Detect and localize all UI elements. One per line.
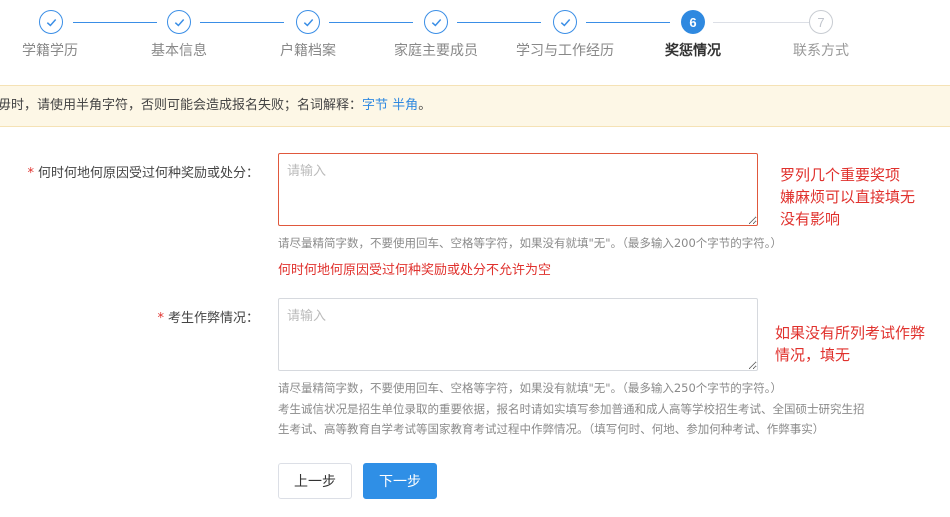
notice-end: 。 bbox=[418, 98, 432, 113]
cheating-annotation: 如果没有所列考试作弊 情况，填无 bbox=[775, 322, 925, 366]
step-4-check-icon bbox=[424, 10, 448, 34]
step-label-household: 户籍档案 bbox=[280, 43, 336, 59]
step-label-rewards: 奖惩情况 bbox=[665, 43, 721, 59]
cheating-desc-line-2: 生考试、高等教育自学考试等国家教育考试过程中作弊情况。（填写何时、何地、参加何种… bbox=[278, 422, 825, 436]
rewards-hint: 请尽量精简字数，不要使用回车、空格等字符，如果没有就填"无"。（最多输入200个… bbox=[278, 236, 783, 250]
step-connector bbox=[200, 22, 284, 23]
step-6-number: 6 bbox=[681, 10, 705, 34]
annotation-line: 嫌麻烦可以直接填无 bbox=[780, 188, 916, 206]
step-label-family: 家庭主要成员 bbox=[394, 43, 478, 59]
step-label-basic-info: 基本信息 bbox=[151, 43, 207, 59]
annotation-line: 情况，填无 bbox=[775, 346, 851, 364]
step-connector bbox=[586, 22, 670, 23]
annotation-line: 没有影响 bbox=[780, 210, 841, 228]
notice-banner: 毋时，请使用半角字符，否则可能会造成报名失败；名词解释：字节 半角。 bbox=[0, 85, 950, 127]
cheating-input[interactable] bbox=[278, 298, 758, 371]
next-step-button[interactable]: 下一步 bbox=[363, 463, 437, 499]
annotation-line: 罗列几个重要奖项 bbox=[780, 166, 901, 184]
rewards-annotation: 罗列几个重要奖项 嫌麻烦可以直接填无 没有影响 bbox=[780, 164, 915, 230]
previous-step-button[interactable]: 上一步 bbox=[278, 463, 352, 499]
annotation-line: 如果没有所列考试作弊 bbox=[775, 324, 926, 342]
rewards-label-text: 何时何地何原因受过何种奖励或处分： bbox=[37, 166, 259, 181]
rewards-label: * 何时何地何原因受过何种奖励或处分： bbox=[0, 162, 259, 181]
cheating-label: * 考生作弊情况： bbox=[0, 307, 259, 326]
rewards-input[interactable] bbox=[278, 153, 758, 226]
step-label-education: 学籍学历 bbox=[22, 43, 78, 59]
step-label-experience: 学习与工作经历 bbox=[516, 43, 614, 59]
step-label-contact: 联系方式 bbox=[793, 43, 849, 59]
cheating-hint: 请尽量精简字数，不要使用回车、空格等字符，如果没有就填"无"。（最多输入250个… bbox=[278, 381, 783, 395]
step-2-check-icon bbox=[167, 10, 191, 34]
step-5-check-icon bbox=[553, 10, 577, 34]
step-3-check-icon bbox=[296, 10, 320, 34]
step-7-number: 7 bbox=[809, 10, 833, 34]
step-progress: 6 7 学籍学历 基本信息 户籍档案 家庭主要成员 学习与工作经历 奖惩情况 联… bbox=[0, 0, 950, 70]
notice-text: 毋时，请使用半角字符，否则可能会造成报名失败；名词解释： bbox=[0, 98, 363, 113]
required-mark: * bbox=[157, 311, 164, 326]
step-connector bbox=[713, 22, 809, 23]
byte-link[interactable]: 字节 bbox=[362, 98, 388, 113]
cheating-desc-line-1: 考生诚信状况是招生单位录取的重要依据，报名时请如实填写参加普通和成人高等学校招生… bbox=[278, 402, 865, 416]
required-mark: * bbox=[27, 166, 34, 181]
rewards-error: 何时何地何原因受过何种奖励或处分不允许为空 bbox=[278, 263, 552, 278]
halfwidth-link[interactable]: 半角 bbox=[392, 98, 418, 113]
step-connector bbox=[73, 22, 157, 23]
step-connector bbox=[457, 22, 541, 23]
cheating-label-text: 考生作弊情况： bbox=[167, 311, 259, 326]
step-connector bbox=[329, 22, 413, 23]
step-1-check-icon bbox=[39, 10, 63, 34]
